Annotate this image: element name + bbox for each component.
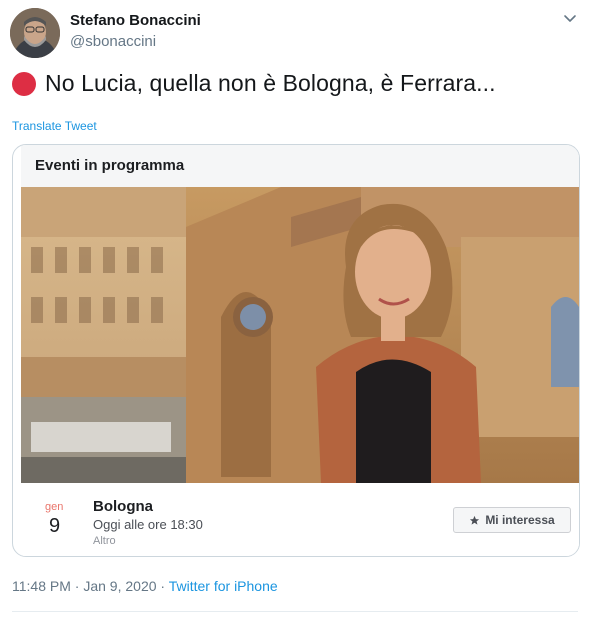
- tweet-meta: 11:48 PM · Jan 9, 2020 · Twitter for iPh…: [12, 578, 278, 594]
- translate-tweet-link[interactable]: Translate Tweet: [12, 119, 97, 133]
- star-icon: [470, 515, 480, 525]
- event-screenshot: Eventi in programma gen 9 Bologna Oggi a…: [21, 145, 579, 556]
- interest-button: Mi interessa: [453, 507, 571, 533]
- divider: [12, 611, 578, 612]
- meta-separator: ·: [156, 578, 169, 594]
- event-header: Eventi in programma: [21, 145, 579, 188]
- tweet-text: No Lucia, quella non è Bologna, è Ferrar…: [12, 70, 496, 97]
- meta-separator: ·: [70, 578, 84, 594]
- interest-label: Mi interessa: [485, 513, 555, 527]
- event-photo: [21, 187, 579, 483]
- author-handle[interactable]: @sbonaccini: [70, 33, 156, 50]
- event-header-title: Eventi in programma: [35, 157, 185, 174]
- author-display-name[interactable]: Stefano Bonaccini: [70, 12, 201, 29]
- event-month: gen: [45, 501, 64, 513]
- red-circle-icon: [12, 71, 36, 96]
- tweet-body: No Lucia, quella non è Bologna, è Ferrar…: [45, 70, 496, 96]
- event-city: Bologna: [93, 498, 153, 515]
- chevron-down-icon[interactable]: [563, 12, 577, 26]
- author-avatar[interactable]: [10, 8, 60, 58]
- media-card[interactable]: Eventi in programma gen 9 Bologna Oggi a…: [12, 144, 580, 557]
- tweet-date[interactable]: Jan 9, 2020: [83, 578, 156, 594]
- event-footer: gen 9 Bologna Oggi alle ore 18:30 Altro …: [21, 483, 579, 556]
- tweet-time[interactable]: 11:48 PM: [12, 578, 71, 594]
- tweet-source[interactable]: Twitter for iPhone: [169, 578, 278, 594]
- event-time: Oggi alle ore 18:30: [93, 517, 203, 532]
- event-category: Altro: [93, 535, 116, 547]
- event-day: 9: [49, 515, 61, 537]
